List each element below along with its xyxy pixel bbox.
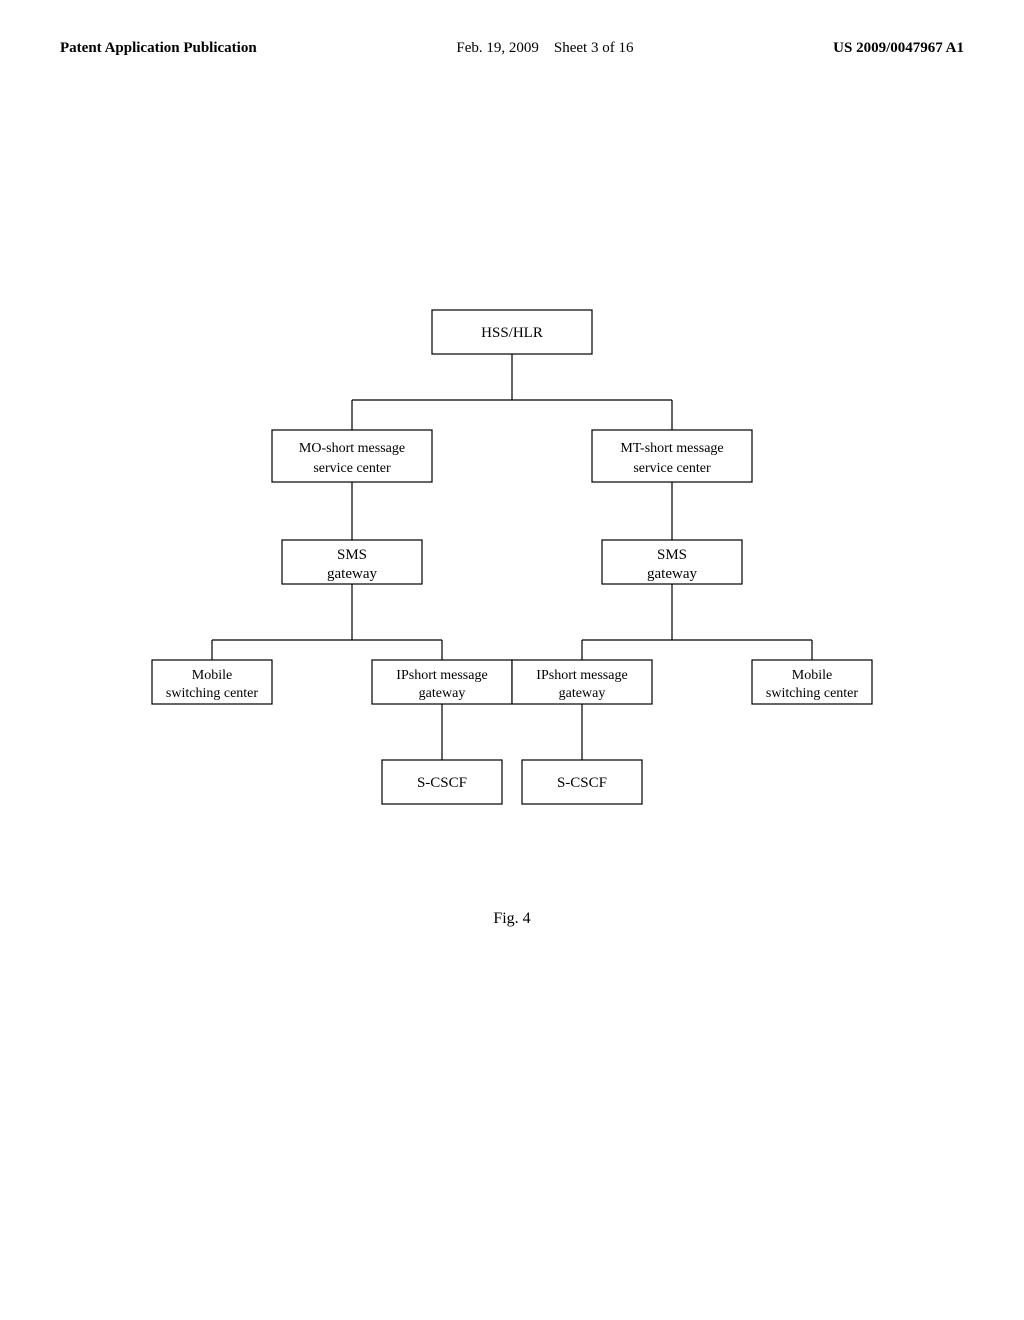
patent-number-label: US 2009/0047967 A1 — [833, 40, 964, 57]
publication-label: Patent Application Publication — [60, 40, 257, 57]
date-label: Feb. 19, 2009 — [456, 40, 539, 56]
svg-text:Mobile: Mobile — [792, 668, 832, 683]
svg-text:switching center: switching center — [166, 686, 258, 701]
svg-text:SMS: SMS — [337, 547, 367, 563]
svg-text:S-CSCF: S-CSCF — [417, 775, 467, 791]
svg-text:gateway: gateway — [647, 566, 697, 582]
diagram: HSS/HLR MO-short message service center … — [132, 300, 892, 860]
diagram-svg: HSS/HLR MO-short message service center … — [132, 300, 892, 860]
svg-text:Mobile: Mobile — [192, 668, 232, 683]
svg-text:service center: service center — [633, 461, 711, 476]
svg-text:IPshort message: IPshort message — [396, 668, 487, 683]
diagram-container: HSS/HLR MO-short message service center … — [0, 300, 1024, 860]
svg-text:service center: service center — [313, 461, 391, 476]
page-header: Patent Application Publication Feb. 19, … — [0, 0, 1024, 57]
svg-text:switching center: switching center — [766, 686, 858, 701]
svg-text:gateway: gateway — [419, 686, 466, 701]
svg-text:SMS: SMS — [657, 547, 687, 563]
figure-caption: Fig. 4 — [0, 910, 1024, 928]
svg-text:IPshort message: IPshort message — [536, 668, 627, 683]
svg-text:gateway: gateway — [559, 686, 606, 701]
sheet-label: Sheet 3 of 16 — [554, 40, 634, 56]
svg-text:gateway: gateway — [327, 566, 377, 582]
svg-text:MT-short message: MT-short message — [620, 441, 723, 456]
svg-text:HSS/HLR: HSS/HLR — [481, 325, 543, 341]
svg-text:S-CSCF: S-CSCF — [557, 775, 607, 791]
svg-text:MO-short message: MO-short message — [299, 441, 405, 456]
date-sheet-label: Feb. 19, 2009 Sheet 3 of 16 — [456, 40, 633, 57]
